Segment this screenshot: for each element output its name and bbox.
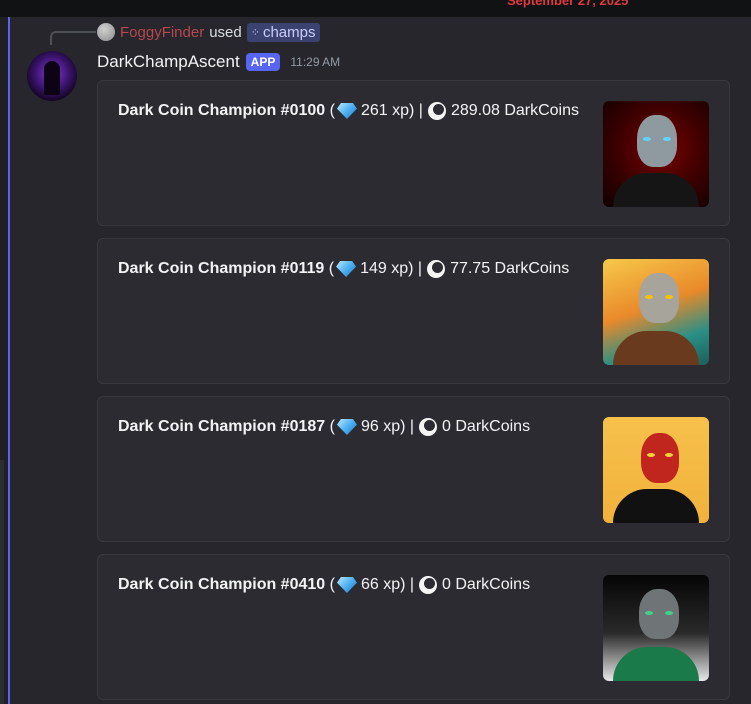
champion-name: Dark Coin Champion #0410 bbox=[118, 576, 326, 593]
champion-thumbnail[interactable] bbox=[603, 259, 709, 365]
message-header: DarkChampAscent APP 11:29 AM bbox=[97, 51, 340, 73]
champion-eye bbox=[645, 295, 653, 299]
embed-card: Dark Coin Champion #0187 ( 96 xp ) | 0 D… bbox=[97, 396, 730, 542]
champion-thumbnail[interactable] bbox=[603, 101, 709, 207]
champion-name: Dark Coin Champion #0119 bbox=[118, 260, 325, 277]
separator: ) | bbox=[409, 102, 423, 119]
darkcoin-icon bbox=[419, 418, 438, 436]
champion-body bbox=[613, 331, 699, 365]
champion-body bbox=[613, 647, 699, 681]
darkcoin-icon bbox=[427, 260, 446, 278]
embed-title: Dark Coin Champion #0100 ( 261 xp ) | 28… bbox=[118, 102, 579, 120]
champion-thumbnail[interactable] bbox=[603, 575, 709, 681]
gem-icon bbox=[336, 419, 357, 435]
separator: ) | bbox=[400, 418, 415, 435]
embed-title: Dark Coin Champion #0410 ( 66 xp ) | 0 D… bbox=[118, 576, 530, 594]
gem-icon bbox=[336, 261, 357, 277]
darkcoin-icon bbox=[419, 576, 438, 594]
avatar-figure bbox=[44, 61, 60, 95]
xp-value: 96 xp bbox=[360, 418, 401, 435]
reply-used-text: used bbox=[209, 23, 242, 41]
xp-value: 66 xp bbox=[360, 576, 401, 593]
darkcoin-icon bbox=[427, 102, 446, 120]
gem-icon bbox=[336, 103, 357, 119]
author-username[interactable]: DarkChampAscent bbox=[97, 52, 240, 72]
mention-highlight-bar bbox=[8, 17, 10, 704]
embed-card: Dark Coin Champion #0119 ( 149 xp ) | 77… bbox=[97, 238, 730, 384]
champion-eye bbox=[665, 611, 673, 615]
separator: ) | bbox=[400, 576, 415, 593]
open-paren: ( bbox=[325, 102, 335, 119]
command-name: champs bbox=[262, 23, 316, 41]
open-paren: ( bbox=[324, 260, 335, 277]
champion-eye bbox=[663, 137, 671, 141]
scroll-edge bbox=[0, 460, 4, 704]
separator: ) | bbox=[408, 260, 423, 277]
reply-avatar[interactable] bbox=[97, 23, 115, 41]
champion-name: Dark Coin Champion #0187 bbox=[118, 418, 326, 435]
champion-eye bbox=[665, 295, 673, 299]
reply-connector bbox=[50, 31, 96, 45]
coins-value: 0 DarkCoins bbox=[442, 576, 531, 593]
open-paren: ( bbox=[325, 576, 335, 593]
message-timestamp[interactable]: 11:29 AM bbox=[290, 55, 340, 69]
embed-title: Dark Coin Champion #0187 ( 96 xp ) | 0 D… bbox=[118, 418, 530, 436]
champion-body bbox=[613, 489, 699, 523]
date-divider-label: September 27, 2025 bbox=[507, 0, 629, 8]
coins-value: 289.08 DarkCoins bbox=[450, 102, 580, 119]
open-paren: ( bbox=[325, 418, 335, 435]
champion-eye bbox=[647, 453, 655, 457]
slash-command-icon: ⁘ bbox=[250, 26, 260, 39]
champion-head bbox=[637, 115, 677, 167]
champion-body bbox=[613, 173, 699, 207]
champion-head bbox=[641, 433, 679, 483]
command-mention[interactable]: ⁘ champs bbox=[246, 22, 320, 42]
reply-username[interactable]: FoggyFinder bbox=[120, 24, 204, 41]
gem-icon bbox=[336, 577, 357, 593]
coins-value: 77.75 DarkCoins bbox=[450, 260, 570, 277]
reply-context[interactable]: FoggyFinder used ⁘ champs bbox=[97, 21, 320, 43]
xp-value: 149 xp bbox=[360, 260, 409, 277]
avatar[interactable] bbox=[27, 51, 77, 101]
xp-value: 261 xp bbox=[360, 102, 409, 119]
champion-name: Dark Coin Champion #0100 bbox=[118, 102, 326, 119]
embed-title: Dark Coin Champion #0119 ( 149 xp ) | 77… bbox=[118, 260, 569, 278]
champion-eye bbox=[643, 137, 651, 141]
top-bar: September 27, 2025 bbox=[0, 0, 751, 17]
champion-eye bbox=[645, 611, 653, 615]
coins-value: 0 DarkCoins bbox=[442, 418, 531, 435]
app-badge: APP bbox=[245, 53, 281, 71]
champion-eye bbox=[665, 453, 673, 457]
embed-card: Dark Coin Champion #0410 ( 66 xp ) | 0 D… bbox=[97, 554, 730, 700]
champion-thumbnail[interactable] bbox=[603, 417, 709, 523]
embed-card: Dark Coin Champion #0100 ( 261 xp ) | 28… bbox=[97, 80, 730, 226]
